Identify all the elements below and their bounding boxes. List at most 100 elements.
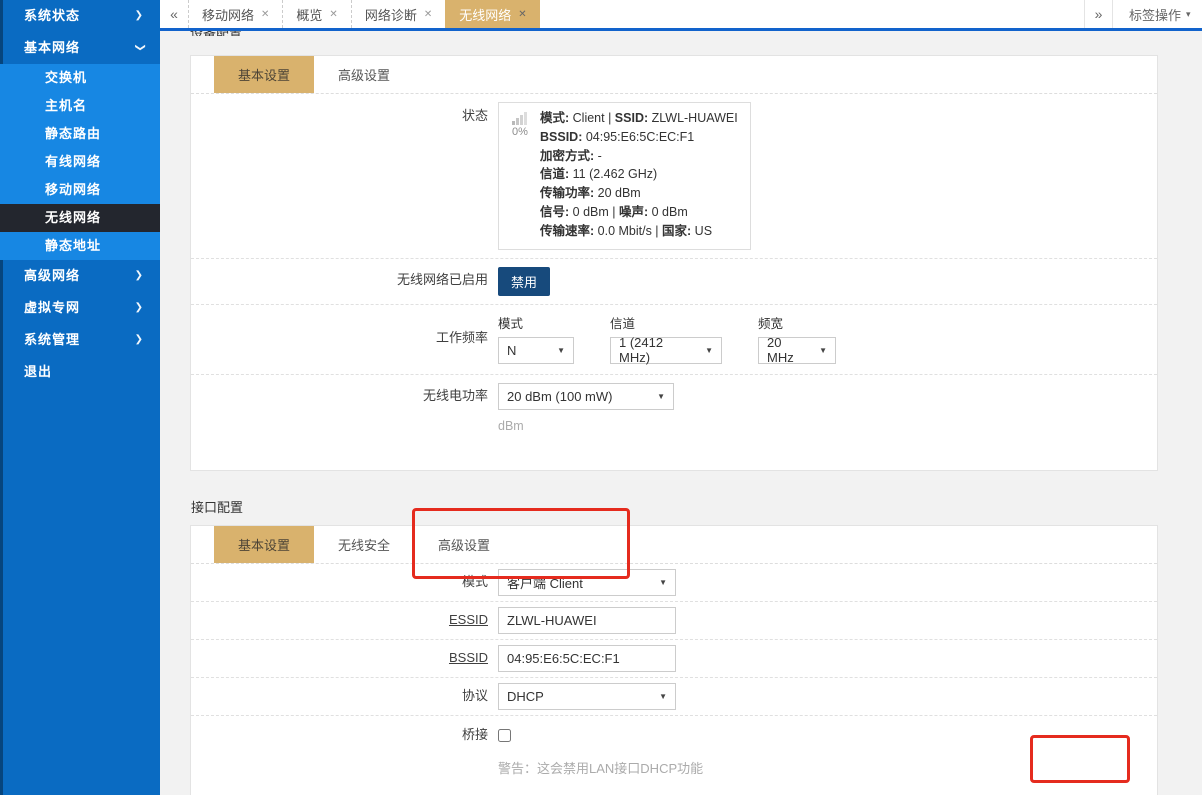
sidebar-item-wired-network[interactable]: 有线网络	[0, 148, 160, 176]
sidebar-item-label: 有线网络	[45, 154, 101, 169]
mode-select[interactable]: 客户端 Client ▼	[498, 569, 676, 596]
caret-down-icon: ▼	[659, 578, 667, 587]
bridge-label: 桥接	[191, 721, 498, 778]
tab-device-advanced-settings[interactable]: 高级设置	[314, 56, 414, 93]
scroll-tabs-right-button[interactable]: »	[1084, 0, 1112, 28]
radio-power-row: 无线电功率 20 dBm (100 mW) ▼ dBm	[191, 375, 1157, 444]
sidebar-item-static-address[interactable]: 静态地址	[0, 232, 160, 260]
radio-power-value: 20 dBm (100 mW)	[507, 389, 612, 404]
freq-width-value: 20 MHz	[767, 335, 811, 365]
wireless-status-box: 0% 模式: Client | SSID: ZLWL-HUAWEI BSSID:…	[498, 102, 751, 250]
sidebar-item-label: 基本网络	[24, 40, 80, 55]
protocol-value: DHCP	[507, 689, 544, 704]
interface-config-tabs: 基本设置 无线安全 高级设置	[191, 526, 1157, 564]
freq-width-label: 频宽	[758, 313, 836, 332]
status-label: 状态	[191, 99, 498, 253]
sidebar-item-label: 系统管理	[24, 332, 80, 347]
caret-down-icon: ▼	[659, 692, 667, 701]
tab-device-basic-settings[interactable]: 基本设置	[214, 56, 314, 93]
essid-label-link[interactable]: ESSID	[449, 612, 488, 627]
tab-iface-basic-settings[interactable]: 基本设置	[214, 526, 314, 563]
sidebar-item-label: 高级网络	[24, 268, 80, 283]
sidebar-item-wireless-network[interactable]: 无线网络	[0, 204, 160, 232]
close-icon[interactable]: ✕	[329, 9, 337, 20]
sidebar-item-static-routes[interactable]: 静态路由	[0, 120, 160, 148]
mode-row: 模式 客户端 Client ▼	[191, 564, 1157, 602]
mode-label: 模式	[191, 568, 498, 597]
sidebar-item-label: 无线网络	[45, 210, 101, 225]
freq-channel-value: 1 (2412 MHz)	[619, 335, 697, 365]
mode-value: 客户端 Client	[507, 573, 583, 592]
signal-strength-indicator: 0%	[507, 109, 533, 241]
device-config-title: 设备配置	[190, 31, 1158, 36]
wireless-enabled-row: 无线网络已启用 禁用	[191, 259, 1157, 305]
sidebar-item-label: 系统状态	[24, 8, 80, 23]
tab-label: 网络诊断	[365, 5, 417, 24]
tab-actions-label: 标签操作	[1129, 5, 1181, 24]
status-line: 传输速率: 0.0 Mbit/s | 国家: US	[540, 222, 738, 241]
bssid-input[interactable]	[498, 645, 676, 672]
freq-width-select[interactable]: 20 MHz ▼	[758, 337, 836, 364]
radio-power-hint: dBm	[498, 419, 1157, 433]
status-line: 信号: 0 dBm | 噪声: 0 dBm	[540, 203, 738, 222]
essid-label: ESSID	[191, 606, 498, 635]
essid-row: ESSID	[191, 602, 1157, 640]
tab-iface-wireless-security[interactable]: 无线安全	[314, 526, 414, 563]
tab-label: 移动网络	[202, 5, 254, 24]
protocol-select[interactable]: DHCP ▼	[498, 683, 676, 710]
caret-down-icon: ▾	[1186, 9, 1191, 20]
tab-overview[interactable]: 概览 ✕	[282, 0, 350, 28]
main-content: 设备配置 基本设置 高级设置 状态 0%	[160, 31, 1202, 795]
close-icon[interactable]: ✕	[261, 9, 269, 20]
tab-label: 概览	[296, 5, 322, 24]
sidebar-item-system-management[interactable]: 系统管理 ❯	[0, 324, 160, 356]
status-line: BSSID: 04:95:E6:5C:EC:F1	[540, 128, 738, 147]
freq-channel-select[interactable]: 1 (2412 MHz) ▼	[610, 337, 722, 364]
chevron-right-icon: ❯	[135, 324, 144, 356]
bssid-label-link[interactable]: BSSID	[449, 650, 488, 665]
scroll-tabs-left-button[interactable]: «	[160, 0, 188, 28]
signal-bars-icon	[512, 112, 528, 125]
tab-actions-menu[interactable]: 标签操作 ▾	[1112, 0, 1202, 28]
status-line: 模式: Client | SSID: ZLWL-HUAWEI	[540, 109, 738, 128]
sidebar-item-mobile-network[interactable]: 移动网络	[0, 176, 160, 204]
caret-down-icon: ▼	[705, 346, 713, 355]
sidebar-item-hostname[interactable]: 主机名	[0, 92, 160, 120]
sidebar-item-logout[interactable]: 退出	[0, 356, 160, 388]
disable-wireless-button[interactable]: 禁用	[498, 267, 550, 296]
tab-iface-advanced-settings[interactable]: 高级设置	[414, 526, 514, 563]
sidebar-item-switch[interactable]: 交换机	[0, 64, 160, 92]
chevron-right-icon: ❯	[135, 260, 144, 292]
protocol-row: 协议 DHCP ▼	[191, 678, 1157, 716]
chevron-down-icon: ❯	[123, 43, 155, 52]
sidebar-item-advanced-network[interactable]: 高级网络 ❯	[0, 260, 160, 292]
tabbar-spacer	[540, 0, 1084, 28]
radio-power-select[interactable]: 20 dBm (100 mW) ▼	[498, 383, 674, 410]
sidebar-item-label: 静态地址	[45, 238, 101, 253]
close-icon[interactable]: ✕	[518, 9, 526, 20]
sidebar-item-system-status[interactable]: 系统状态 ❯	[0, 0, 160, 32]
interface-config-title: 接口配置	[191, 497, 1202, 516]
tab-network-diagnostics[interactable]: 网络诊断 ✕	[351, 0, 445, 28]
status-line: 加密方式: -	[540, 147, 738, 166]
sidebar-item-label: 静态路由	[45, 126, 101, 141]
essid-input[interactable]	[498, 607, 676, 634]
bridge-checkbox[interactable]	[498, 729, 511, 742]
close-icon[interactable]: ✕	[424, 9, 432, 20]
status-line: 传输功率: 20 dBm	[540, 184, 738, 203]
freq-mode-select[interactable]: N ▼	[498, 337, 574, 364]
tab-mobile-network[interactable]: 移动网络 ✕	[188, 0, 282, 28]
sidebar-item-vpn[interactable]: 虚拟专网 ❯	[0, 292, 160, 324]
status-row: 状态 0% 模式: Client | SSID: ZLWL-HUAWEI	[191, 94, 1157, 259]
chevron-right-icon: ❯	[135, 292, 144, 324]
freq-mode-value: N	[507, 343, 516, 358]
tab-wireless-network[interactable]: 无线网络 ✕	[445, 0, 539, 28]
sidebar-item-label: 主机名	[45, 98, 87, 113]
caret-down-icon: ▼	[657, 392, 665, 401]
bssid-row: BSSID	[191, 640, 1157, 678]
sidebar-item-basic-network[interactable]: 基本网络 ❯	[0, 32, 160, 64]
bssid-label: BSSID	[191, 644, 498, 673]
wireless-enabled-label: 无线网络已启用	[191, 266, 498, 297]
device-config-panel: 基本设置 高级设置 状态 0%	[190, 55, 1158, 471]
interface-config-panel: 基本设置 无线安全 高级设置 模式 客户端 Client ▼ ESSID BSS…	[190, 525, 1158, 795]
